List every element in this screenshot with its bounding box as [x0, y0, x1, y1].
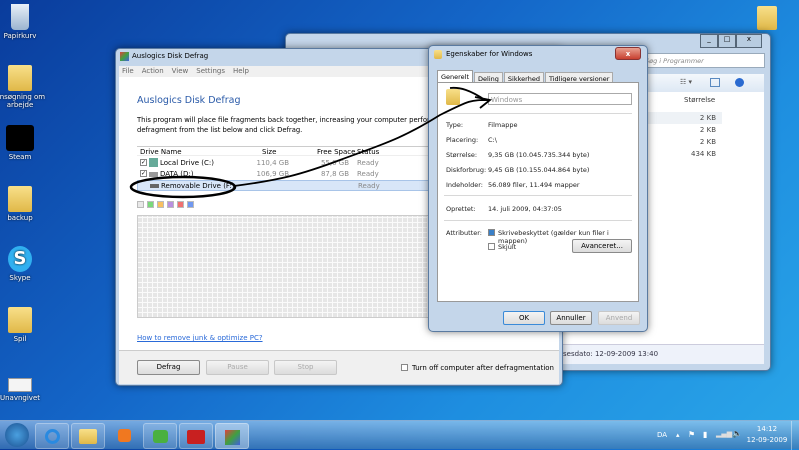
hand-drawn-annotation [129, 86, 493, 199]
language-indicator[interactable]: DA [657, 431, 667, 439]
network-icon[interactable]: ▂▄▆ [716, 430, 732, 438]
clock[interactable]: 14:12 12-09-2009 [742, 424, 792, 446]
show-desktop-button[interactable] [791, 421, 799, 450]
messenger-icon [152, 430, 168, 443]
taskbar-messenger[interactable] [143, 423, 177, 449]
ie-icon [44, 429, 60, 444]
media-player-icon [117, 429, 131, 442]
taskbar-explorer[interactable] [71, 423, 105, 449]
toolbox-icon [187, 430, 205, 444]
taskbar: DA ▴ ⚑ ▮ ▂▄▆ 🔈 14:12 12-09-2009 [0, 420, 799, 450]
taskbar-internet-explorer[interactable] [35, 423, 69, 449]
taskbar-disk-defrag[interactable] [215, 423, 249, 449]
defrag-icon [224, 430, 240, 445]
volume-icon[interactable]: 🔈 [732, 429, 742, 438]
highlight-ellipse [129, 175, 237, 199]
arrow-path [233, 86, 493, 187]
taskbar-toolbox[interactable] [179, 423, 213, 449]
clock-date: 12-09-2009 [746, 436, 788, 444]
start-button[interactable] [5, 423, 29, 447]
show-hidden-icons[interactable]: ▴ [676, 431, 680, 439]
taskbar-media-player[interactable] [107, 423, 141, 449]
action-center-flag-icon[interactable]: ⚑ [688, 430, 695, 439]
power-icon[interactable]: ▮ [703, 430, 707, 439]
clock-time: 14:12 [756, 425, 778, 433]
folder-icon [79, 429, 97, 444]
